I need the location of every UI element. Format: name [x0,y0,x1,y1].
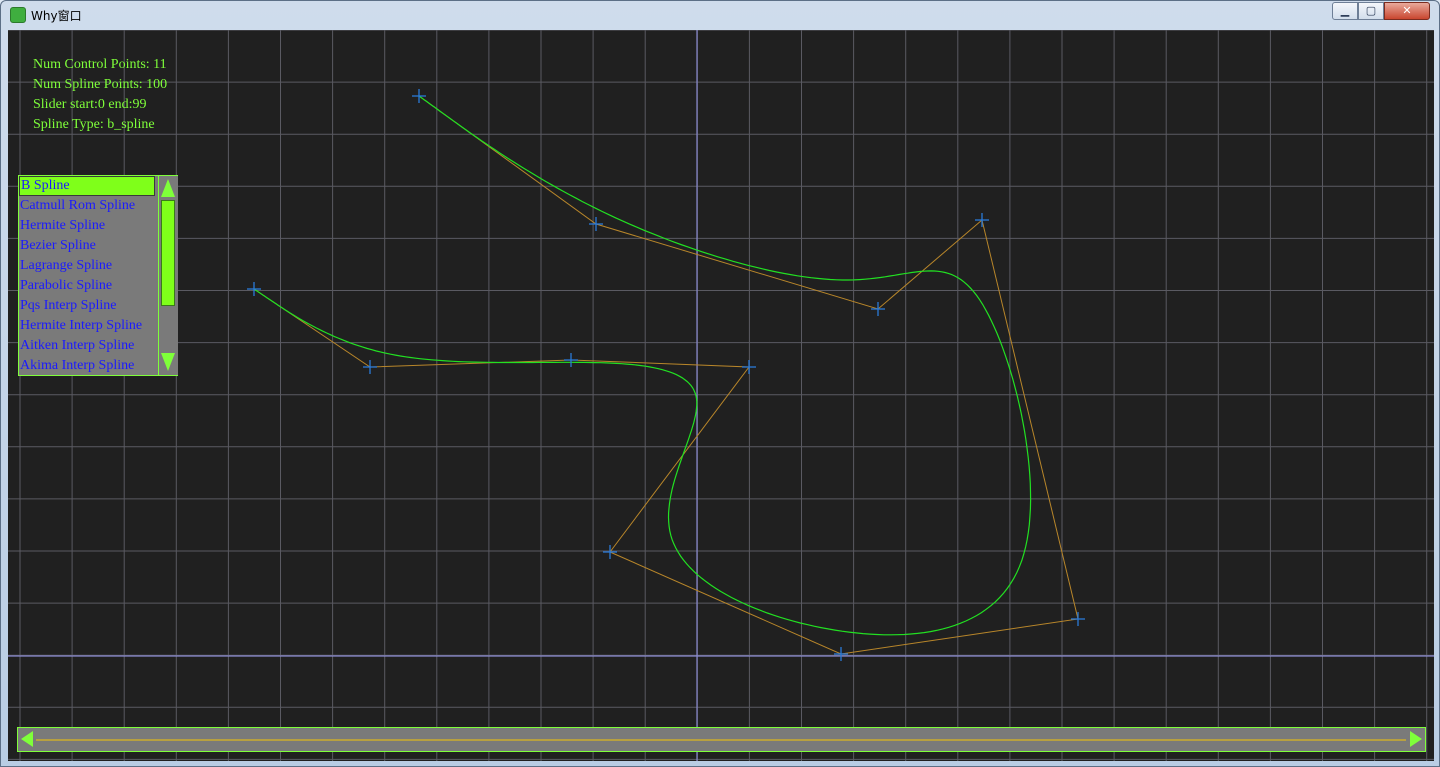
control-point-marker[interactable] [742,360,756,374]
close-button[interactable]: ✕ [1384,2,1430,20]
list-item-akima-interp-spline[interactable]: Akima Interp Spline [19,356,155,376]
info-panel: Num Control Points: 11 Num Spline Points… [33,55,167,135]
control-point-markers[interactable] [247,89,1085,661]
spline-type-listbox[interactable]: B Spline Catmull Rom Spline Hermite Spli… [18,175,178,376]
spline-canvas[interactable] [8,30,1434,761]
list-scroll-thumb[interactable] [161,200,175,306]
list-item-aitken-interp-spline[interactable]: Aitken Interp Spline [19,336,155,356]
minimize-button[interactable]: ▁ [1332,2,1358,20]
list-item-b-spline[interactable]: B Spline [19,176,155,196]
list-item-hermite-interp-spline[interactable]: Hermite Interp Spline [19,316,155,336]
app-icon [10,7,26,23]
application-window: Why窗口 ▁ ▢ ✕ Num Control Points: 11 Num S… [0,0,1440,767]
control-point-marker[interactable] [834,647,848,661]
title-bar[interactable]: Why窗口 ▁ ▢ ✕ [1,1,1439,29]
control-point-marker[interactable] [564,353,578,367]
arrow-left-icon[interactable] [21,731,33,747]
axis-lines [8,30,1434,761]
list-item-bezier-spline[interactable]: Bezier Spline [19,236,155,256]
list-item-hermite-spline[interactable]: Hermite Spline [19,216,155,236]
control-point-marker[interactable] [975,213,989,227]
list-item-pqs-interp-spline[interactable]: Pqs Interp Spline [19,296,155,316]
spline-type-text: Spline Type: b_spline [33,117,155,132]
window-title: Why窗口 [31,9,82,23]
control-point-marker[interactable] [589,217,603,231]
control-point-marker[interactable] [363,360,377,374]
control-point-marker[interactable] [412,89,426,103]
slider-range-text: Slider start:0 end:99 [33,97,147,112]
control-point-marker[interactable] [871,302,885,316]
slider-track[interactable] [36,739,1406,741]
list-item-catmull-rom-spline[interactable]: Catmull Rom Spline [19,196,155,216]
arrow-down-icon[interactable] [161,353,175,371]
spline-canvas-area[interactable]: Num Control Points: 11 Num Spline Points… [8,30,1434,761]
grid-lines [8,30,1434,761]
control-point-marker[interactable] [247,282,261,296]
control-point-marker[interactable] [1071,612,1085,626]
num-control-points-text: Num Control Points: 11 [33,57,167,72]
list-item-lagrange-spline[interactable]: Lagrange Spline [19,256,155,276]
control-polygon [253,95,1079,655]
num-spline-points-text: Num Spline Points: 100 [33,77,168,92]
arrow-up-icon[interactable] [161,179,175,197]
control-point-marker[interactable] [603,545,617,559]
list-scrollbar[interactable] [158,176,178,375]
maximize-button[interactable]: ▢ [1358,2,1384,20]
range-slider[interactable] [17,727,1426,752]
list-item-parabolic-spline[interactable]: Parabolic Spline [19,276,155,296]
spline-type-list: B Spline Catmull Rom Spline Hermite Spli… [19,176,155,376]
arrow-right-icon[interactable] [1410,731,1422,747]
